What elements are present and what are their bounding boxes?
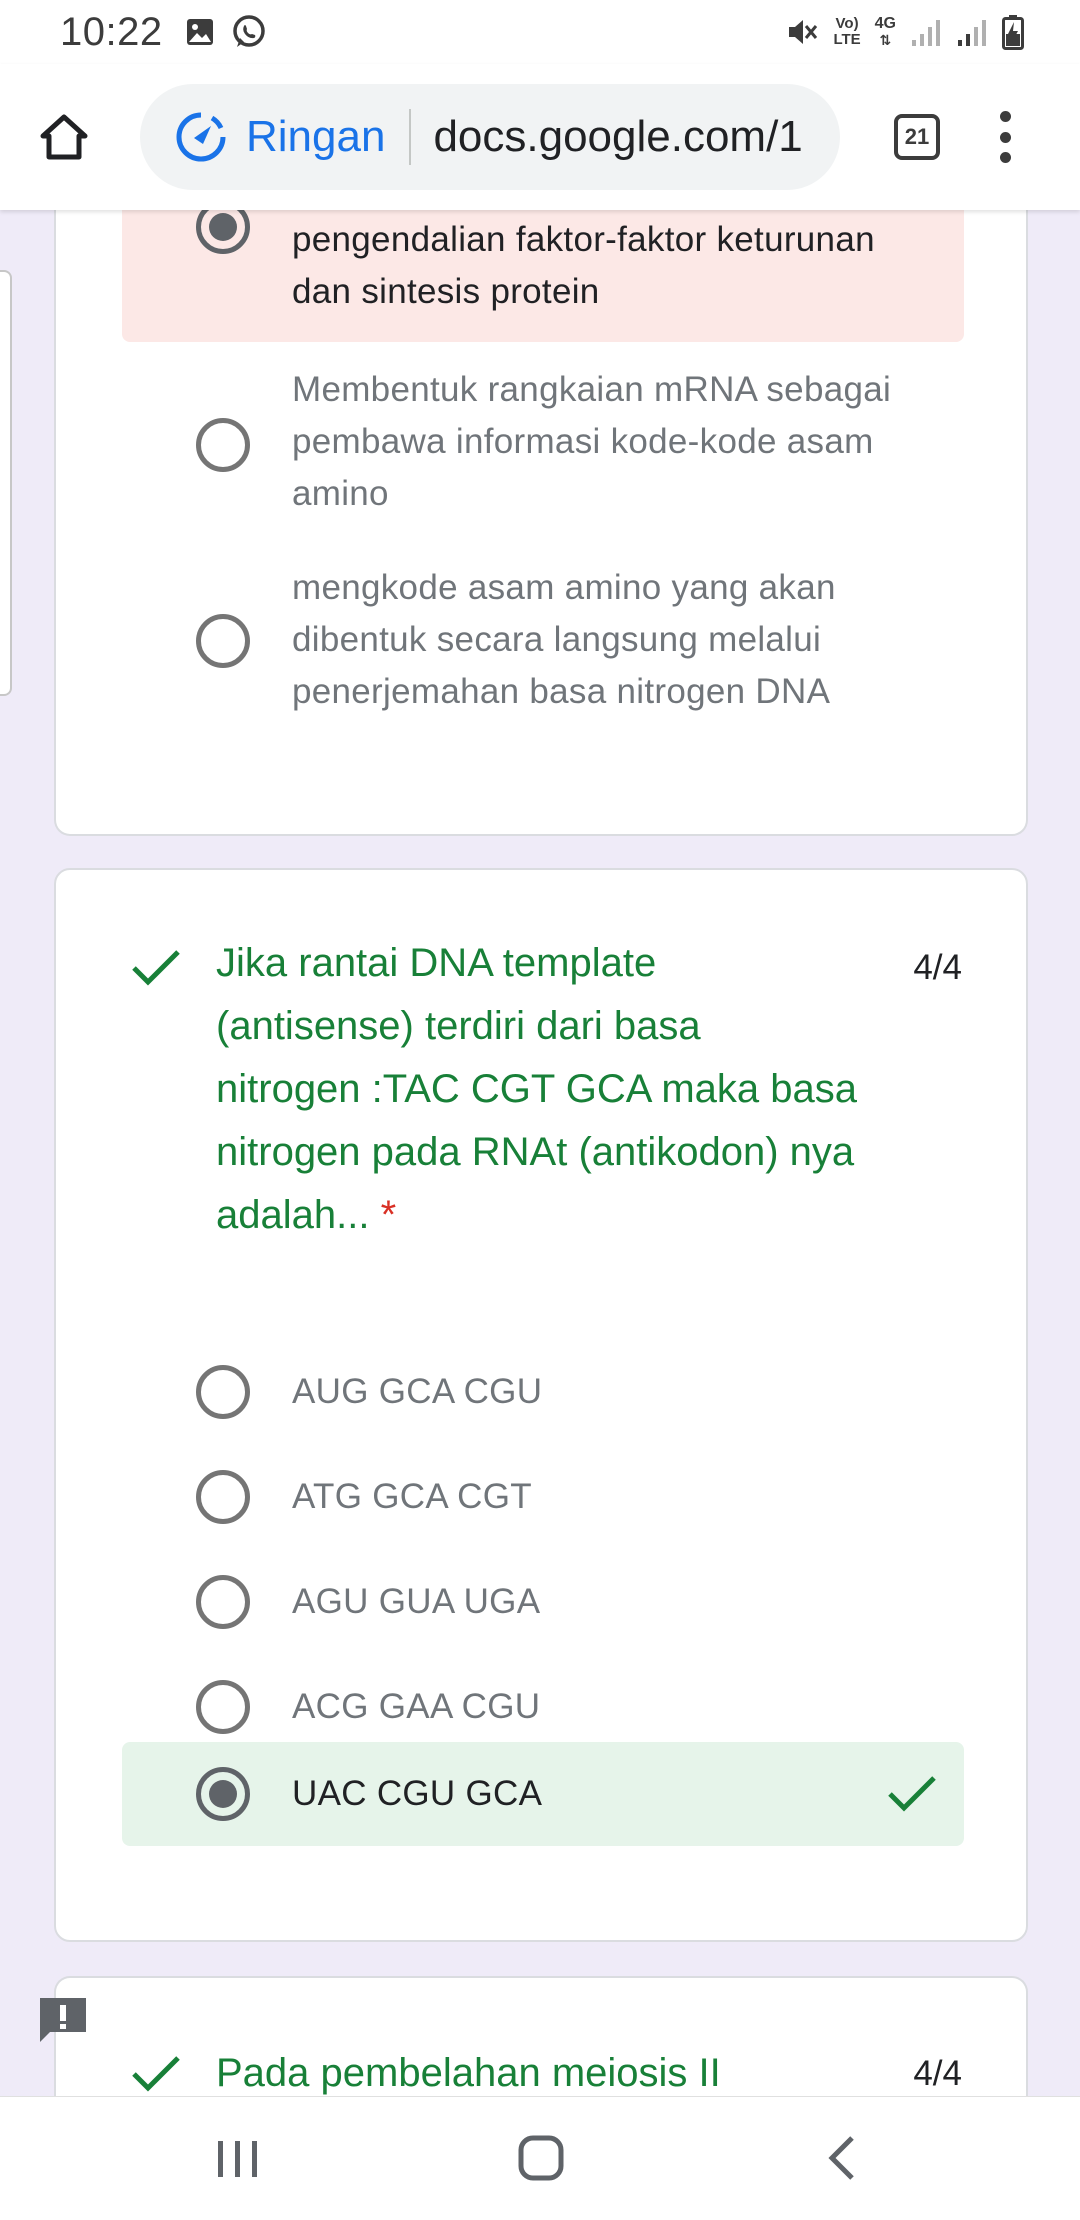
back-icon[interactable] — [826, 2135, 856, 2181]
radio-button[interactable] — [196, 1470, 250, 1524]
status-bar: 10:22 Vo) LTE 4G ⇅ — [0, 0, 1080, 64]
menu-dot — [999, 111, 1011, 122]
option[interactable]: AUG GCA CGU — [122, 1340, 964, 1444]
question-card: pengendalian faktor-faktor keturunan dan… — [54, 150, 1028, 836]
feedback-icon[interactable] — [36, 1994, 90, 2046]
option-text: AUG GCA CGU — [292, 1372, 543, 1411]
radio-button[interactable] — [196, 1365, 250, 1419]
whatsapp-icon — [232, 15, 265, 47]
home-icon — [40, 114, 88, 160]
tab-switcher-button[interactable]: 21 — [894, 114, 940, 160]
radio-button[interactable] — [196, 1767, 250, 1821]
url-text[interactable]: docs.google.com/1 — [433, 112, 802, 162]
option-text: mengkode asam amino yang akan dibentuk s… — [292, 568, 836, 711]
omnibox-divider — [409, 109, 412, 165]
lite-mode-label[interactable]: Ringan — [246, 112, 385, 162]
lite-mode-icon[interactable] — [174, 110, 228, 164]
status-time: 10:22 — [60, 9, 163, 54]
question-card: Jika rantai DNA template (antisense) ter… — [54, 868, 1028, 1942]
battery-charging-icon — [1002, 15, 1024, 50]
option[interactable]: mengkode asam amino yang akan dibentuk s… — [122, 562, 964, 722]
option-text: pengendalian faktor-faktor keturunan dan… — [292, 220, 875, 311]
system-nav-bar — [0, 2096, 1080, 2220]
mute-icon — [789, 20, 818, 44]
correct-check-icon — [132, 950, 180, 986]
question-score: 4/4 — [913, 2054, 962, 2093]
menu-dot — [999, 131, 1011, 143]
menu-dot — [999, 152, 1011, 163]
correct-check-icon — [132, 2056, 180, 2092]
correct-check-icon — [888, 1776, 936, 1812]
signal-icon — [958, 20, 986, 46]
volte-icon: Vo) LTE — [833, 15, 861, 48]
address-bar[interactable]: Ringan docs.google.com/1 — [140, 84, 840, 190]
4g-icon: 4G ⇅ — [874, 15, 896, 49]
option-text: ACG GAA CGU — [292, 1687, 541, 1726]
image-icon — [186, 19, 213, 45]
signal-icon — [912, 20, 940, 46]
option[interactable]: Membentuk rangkaian mRNA sebagai pembawa… — [122, 364, 964, 524]
home-nav-icon[interactable] — [518, 2135, 564, 2181]
browser-toolbar: Ringan docs.google.com/1 21 — [0, 64, 1080, 210]
side-panel-edge[interactable] — [0, 270, 12, 696]
menu-button[interactable] — [990, 105, 1020, 169]
option-text: UAC CGU GCA — [292, 1774, 543, 1813]
question-title: Jika rantai DNA template (antisense) ter… — [216, 941, 857, 1237]
recent-apps-icon[interactable] — [216, 2139, 260, 2179]
radio-button[interactable] — [196, 1575, 250, 1629]
option-text: ATG GCA CGT — [292, 1477, 532, 1516]
option-text: AGU GUA UGA — [292, 1582, 541, 1621]
home-button[interactable] — [32, 105, 96, 169]
radio-button[interactable] — [196, 418, 250, 472]
option-selected-correct[interactable]: UAC CGU GCA — [122, 1742, 964, 1846]
option-text: Membentuk rangkaian mRNA sebagai pembawa… — [292, 370, 892, 513]
option[interactable]: ATG GCA CGT — [122, 1445, 964, 1549]
radio-button[interactable] — [196, 1680, 250, 1734]
question-card: Pada pembelahan meiosis II 4/4 — [54, 1976, 1028, 2096]
radio-button[interactable] — [196, 614, 250, 668]
question-score: 4/4 — [913, 948, 962, 987]
option[interactable]: AGU GUA UGA — [122, 1550, 964, 1654]
required-marker: * — [380, 1193, 397, 1237]
